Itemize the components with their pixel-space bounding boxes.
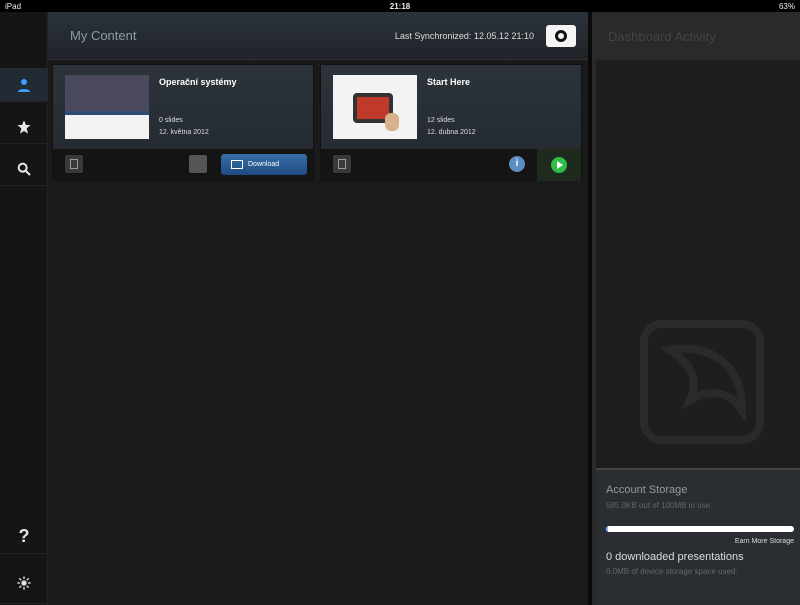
info-button[interactable]: i [509, 156, 525, 172]
play-button[interactable] [537, 149, 581, 181]
help-button[interactable]: ? [0, 520, 48, 554]
account-storage-section: Account Storage 585.0KB out of 100MB in … [596, 468, 800, 605]
presentation-slides: 0 slides [159, 117, 183, 124]
presentation-title: Start Here [427, 77, 471, 87]
trash-icon [338, 159, 346, 169]
clock: 21:18 [389, 1, 411, 11]
presentation-card[interactable]: Operační systémy 0 slides 12. května 201… [52, 64, 314, 181]
earn-more-storage-link[interactable]: Earn More Storage [606, 538, 794, 545]
user-icon [18, 78, 30, 92]
storage-progress-fill [606, 526, 608, 532]
left-rail: ? [0, 12, 48, 605]
download-button[interactable]: Download [221, 154, 307, 175]
trash-icon [70, 159, 78, 169]
star-icon [17, 119, 31, 134]
search-button[interactable] [0, 152, 48, 186]
content-area: My Content Last Synchronized: 12.05.12 2… [48, 12, 588, 605]
presentation-thumbnail [333, 75, 417, 139]
info-icon: i [515, 158, 519, 169]
status-bar: iPad 21:18 63% [0, 0, 800, 12]
downloaded-count: 0 downloaded presentations [606, 551, 744, 563]
favorites-button[interactable] [0, 110, 48, 144]
content-title: My Content [70, 28, 137, 43]
delete-button[interactable] [333, 155, 351, 173]
presentation-date: 12. dubna 2012 [427, 129, 476, 136]
settings-button[interactable] [0, 562, 48, 604]
presentation-slides: 12 slides [427, 117, 455, 124]
device-storage-usage: 0.0MB of device storage space used. [606, 567, 738, 576]
storage-heading: Account Storage [606, 484, 688, 496]
play-icon [551, 157, 567, 173]
presentation-title: Operační systémy [159, 77, 237, 87]
brand-logo-icon [640, 320, 764, 444]
sync-button[interactable] [546, 24, 576, 47]
content-header: My Content Last Synchronized: 12.05.12 2… [48, 12, 588, 60]
my-content-button[interactable] [0, 68, 48, 102]
presentation-card[interactable]: Start Here 12 slides 12. dubna 2012 i [320, 64, 582, 181]
delete-button[interactable] [65, 155, 83, 173]
presentation-date: 12. května 2012 [159, 129, 209, 136]
storage-progress [606, 526, 794, 532]
dashboard-title: Dashboard Activity [596, 12, 800, 60]
settings-icon [17, 575, 31, 590]
storage-usage: 585.0KB out of 100MB in use. [606, 501, 713, 510]
dashboard-panel: Dashboard Activity Account Storage 585.0… [592, 12, 800, 605]
sync-icon [555, 29, 567, 42]
favorite-button[interactable] [189, 155, 207, 173]
presentation-thumbnail [65, 75, 149, 139]
search-icon [17, 162, 31, 176]
help-icon: ? [18, 526, 30, 546]
download-icon [231, 160, 243, 169]
download-label: Download [248, 161, 280, 168]
last-sync-label: Last Synchronized: 12.05.12 21:10 [394, 30, 534, 41]
